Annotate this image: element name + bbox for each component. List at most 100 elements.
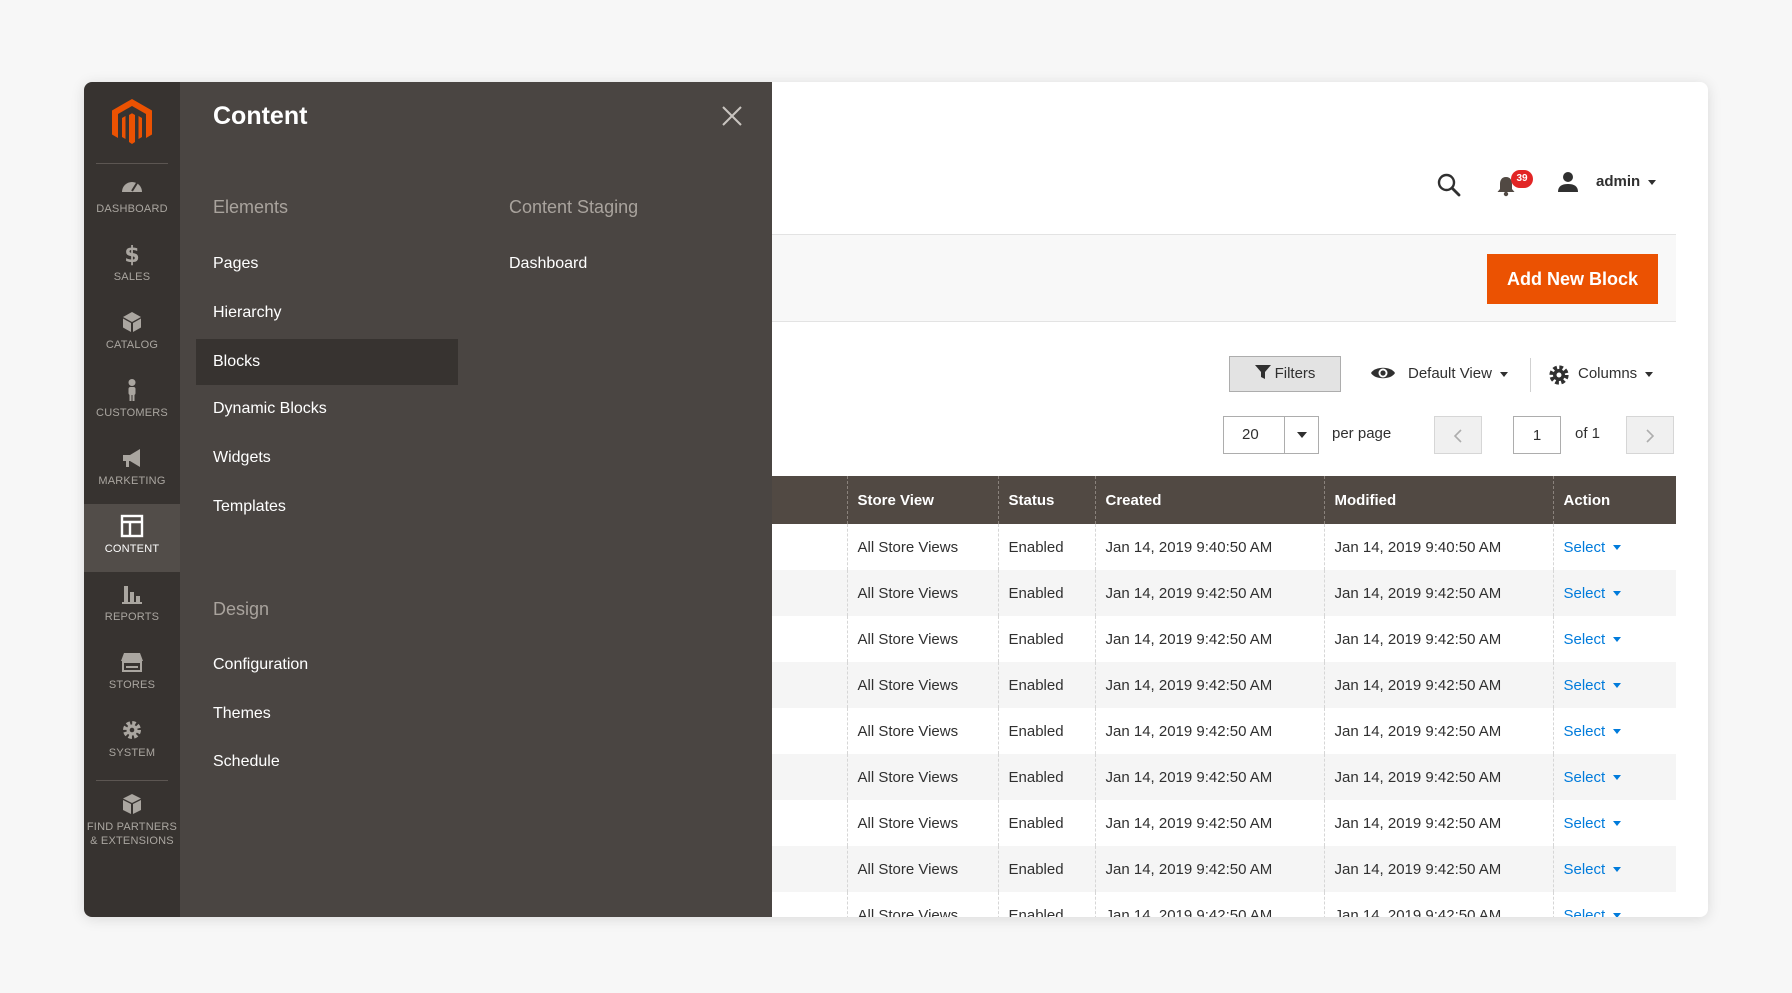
table-cell-modified: Jan 14, 2019 9:42:50 AM	[1323, 892, 1553, 917]
table-cell-store-view: All Store Views	[846, 754, 998, 800]
per-page-select[interactable]: 20	[1223, 416, 1319, 454]
menu-item-staging-dashboard[interactable]: Dashboard	[492, 241, 754, 287]
user-icon[interactable]	[1557, 171, 1579, 193]
table-cell-modified: Jan 14, 2019 9:42:50 AM	[1323, 800, 1553, 846]
filters-label: Filters	[1274, 365, 1316, 382]
sidebar-item-content[interactable]: CONTENT	[84, 504, 180, 572]
table-cell-store-view: All Store Views	[846, 892, 998, 917]
columns-dropdown[interactable]: Columns	[1578, 365, 1654, 382]
table-cell-hidden	[772, 754, 847, 800]
menu-item-themes[interactable]: Themes	[196, 691, 458, 737]
menu-item-blocks[interactable]: Blocks	[196, 339, 458, 385]
layout-icon	[120, 514, 144, 538]
menu-item-pages[interactable]: Pages	[196, 241, 458, 287]
table-cell-hidden	[772, 708, 847, 754]
menu-item-hierarchy[interactable]: Hierarchy	[196, 290, 458, 336]
sidebar-item-sales[interactable]: $ SALES	[84, 232, 180, 300]
sidebar-item-system[interactable]: SYSTEM	[84, 708, 180, 776]
table-row[interactable]: All Store Views Enabled Jan 14, 2019 9:42:…	[772, 662, 1676, 708]
sidebar-item-find-partners[interactable]: FIND PARTNERS & EXTENSIONS	[84, 782, 180, 866]
table-cell-status: Enabled	[997, 800, 1095, 846]
column-header-created[interactable]: Created	[1094, 476, 1324, 524]
select-action-link[interactable]: Select	[1564, 585, 1606, 602]
table-cell-created: Jan 14, 2019 9:42:50 AM	[1094, 662, 1324, 708]
default-view-dropdown[interactable]: Default View	[1408, 365, 1508, 382]
sidebar-item-label: FIND PARTNERS	[86, 821, 178, 833]
menu-item-configuration[interactable]: Configuration	[196, 642, 458, 688]
table-row[interactable]: All Store Views Enabled Jan 14, 2019 9:42:…	[772, 846, 1676, 892]
chevron-down-icon	[1613, 775, 1622, 781]
select-action-link[interactable]: Select	[1564, 861, 1606, 878]
table-row[interactable]: All Store Views Enabled Jan 14, 2019 9:42:…	[772, 616, 1676, 662]
table-cell-action: Select	[1552, 708, 1676, 754]
column-header-modified[interactable]: Modified	[1323, 476, 1553, 524]
chevron-left-icon	[1453, 429, 1462, 443]
magento-logo-icon[interactable]	[109, 97, 155, 147]
bar-chart-icon	[122, 586, 142, 604]
column-header-status[interactable]: Status	[997, 476, 1095, 524]
dollar-icon: $	[124, 243, 139, 266]
megaphone-icon	[123, 449, 140, 467]
select-action-link[interactable]: Select	[1564, 677, 1606, 694]
sidebar-item-customers[interactable]: CUSTOMERS	[84, 368, 180, 436]
table-cell-action: Select	[1552, 662, 1676, 708]
sidebar-item-catalog[interactable]: CATALOG	[84, 300, 180, 368]
table-row[interactable]: All Store Views Enabled Jan 14, 2019 9:42:…	[772, 708, 1676, 754]
table-row[interactable]: All Store Views Enabled Jan 14, 2019 9:42:…	[772, 892, 1676, 917]
section-title-content-staging: Content Staging	[509, 197, 639, 217]
select-action-link[interactable]: Select	[1564, 631, 1606, 648]
table-cell-status: Enabled	[997, 846, 1095, 892]
sidebar-nav: DASHBOARD $ SALES CATALOG CUSTOMERS MARK…	[84, 82, 180, 917]
table-cell-created: Jan 14, 2019 9:42:50 AM	[1094, 892, 1324, 917]
table-cell-created: Jan 14, 2019 9:40:50 AM	[1094, 524, 1324, 570]
sidebar-item-stores[interactable]: STORES	[84, 640, 180, 708]
column-header-action: Action	[1552, 476, 1676, 524]
table-cell-hidden	[772, 524, 847, 570]
sidebar-item-marketing[interactable]: MARKETING	[84, 436, 180, 504]
table-cell-action: Select	[1552, 524, 1676, 570]
select-action-link[interactable]: Select	[1564, 815, 1606, 832]
select-action-link[interactable]: Select	[1564, 539, 1606, 556]
table-cell-hidden	[772, 662, 847, 708]
filters-button[interactable]: Filters	[1229, 356, 1341, 392]
menu-item-widgets[interactable]: Widgets	[196, 435, 458, 481]
column-header-store-view[interactable]: Store View	[846, 476, 998, 524]
table-cell-action: Select	[1552, 846, 1676, 892]
table-cell-created: Jan 14, 2019 9:42:50 AM	[1094, 800, 1324, 846]
user-menu[interactable]: admin	[1596, 173, 1657, 190]
select-action-link[interactable]: Select	[1564, 907, 1606, 918]
menu-item-schedule[interactable]: Schedule	[196, 739, 458, 785]
menu-item-dynamic-blocks[interactable]: Dynamic Blocks	[196, 386, 458, 432]
table-cell-modified: Jan 14, 2019 9:42:50 AM	[1323, 708, 1553, 754]
next-page-button[interactable]	[1626, 416, 1674, 454]
sidebar-item-reports[interactable]: REPORTS	[84, 572, 180, 640]
table-row[interactable]: All Store Views Enabled Jan 14, 2019 9:40:…	[772, 524, 1676, 570]
select-action-link[interactable]: Select	[1564, 723, 1606, 740]
prev-page-button[interactable]	[1434, 416, 1482, 454]
page-number-input[interactable]	[1513, 416, 1561, 454]
table-row[interactable]: All Store Views Enabled Jan 14, 2019 9:42:…	[772, 754, 1676, 800]
add-new-block-button[interactable]: Add New Block	[1487, 254, 1658, 304]
select-action-link[interactable]: Select	[1564, 769, 1606, 786]
table-cell-store-view: All Store Views	[846, 846, 998, 892]
table-cell-modified: Jan 14, 2019 9:42:50 AM	[1323, 846, 1553, 892]
table-row[interactable]: All Store Views Enabled Jan 14, 2019 9:42:…	[772, 570, 1676, 616]
sidebar-item-dashboard[interactable]: DASHBOARD	[84, 164, 180, 232]
table-cell-hidden	[772, 800, 847, 846]
section-title-design: Design	[213, 599, 270, 619]
close-icon[interactable]	[720, 104, 744, 128]
table-cell-status: Enabled	[997, 892, 1095, 917]
table-cell-action: Select	[1552, 892, 1676, 918]
sidebar-item-label: MARKETING	[98, 475, 166, 487]
table-cell-action: Select	[1552, 616, 1676, 662]
gear-icon	[1549, 365, 1569, 385]
search-icon[interactable]	[1436, 172, 1462, 198]
chevron-down-icon	[1613, 683, 1622, 689]
chevron-down-icon	[1613, 729, 1622, 735]
chevron-down-icon	[1613, 913, 1622, 917]
chevron-down-icon[interactable]	[1284, 417, 1318, 453]
table-row[interactable]: All Store Views Enabled Jan 14, 2019 9:42:…	[772, 800, 1676, 846]
sidebar-item-label: DASHBOARD	[96, 203, 168, 215]
sidebar-item-label: CONTENT	[104, 543, 160, 555]
menu-item-templates[interactable]: Templates	[196, 484, 458, 530]
